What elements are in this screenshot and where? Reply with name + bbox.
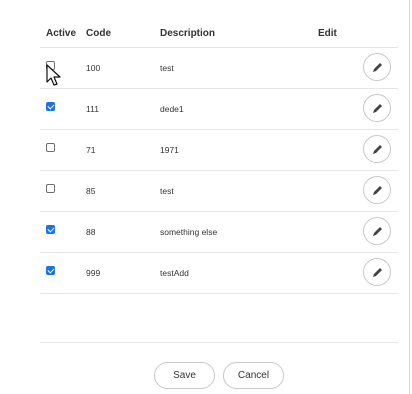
edit-button[interactable] xyxy=(363,53,391,81)
table-row: 88 something else xyxy=(40,212,398,253)
settings-panel: Active Code Description Edit 100 test 11… xyxy=(0,0,412,394)
description-cell: test xyxy=(160,63,174,73)
cancel-button[interactable]: Cancel xyxy=(223,362,284,389)
active-checkbox[interactable] xyxy=(46,225,55,234)
code-cell: 71 xyxy=(86,145,96,155)
pencil-icon xyxy=(373,186,382,195)
description-cell: 1971 xyxy=(160,145,179,155)
active-checkbox[interactable] xyxy=(46,143,55,152)
table-row: 71 1971 xyxy=(40,130,398,171)
description-cell: something else xyxy=(160,227,218,237)
code-cell: 88 xyxy=(86,227,96,237)
pencil-icon xyxy=(373,63,382,72)
panel-divider xyxy=(409,0,410,394)
pencil-icon xyxy=(373,268,382,277)
pencil-icon xyxy=(373,145,382,154)
codes-table: Active Code Description Edit 100 test 11… xyxy=(40,19,398,294)
header-code: Code xyxy=(86,28,111,39)
description-cell: test xyxy=(160,186,174,196)
description-cell: testAdd xyxy=(160,268,189,278)
active-checkbox[interactable] xyxy=(46,61,55,70)
edit-button[interactable] xyxy=(363,135,391,163)
pencil-icon xyxy=(373,104,382,113)
table-row: 999 testAdd xyxy=(40,253,398,294)
edit-button[interactable] xyxy=(363,258,391,286)
header-active: Active xyxy=(46,28,77,39)
edit-button[interactable] xyxy=(363,217,391,245)
code-cell: 100 xyxy=(86,63,101,73)
pencil-icon xyxy=(373,227,382,236)
active-checkbox[interactable] xyxy=(46,266,55,275)
edit-button[interactable] xyxy=(363,176,391,204)
table-row: 100 test xyxy=(40,48,398,89)
description-cell: dede1 xyxy=(160,104,184,114)
table-header: Active Code Description Edit xyxy=(40,19,398,48)
table-row: 85 test xyxy=(40,171,398,212)
active-checkbox[interactable] xyxy=(46,184,55,193)
save-button[interactable]: Save xyxy=(154,362,215,389)
footer-divider xyxy=(40,342,398,343)
header-edit: Edit xyxy=(318,28,337,39)
table-row: 111 dede1 xyxy=(40,89,398,130)
code-cell: 85 xyxy=(86,186,96,196)
code-cell: 111 xyxy=(86,104,99,114)
header-description: Description xyxy=(160,28,216,39)
active-checkbox[interactable] xyxy=(46,102,55,111)
edit-button[interactable] xyxy=(363,94,391,122)
code-cell: 999 xyxy=(86,268,101,278)
